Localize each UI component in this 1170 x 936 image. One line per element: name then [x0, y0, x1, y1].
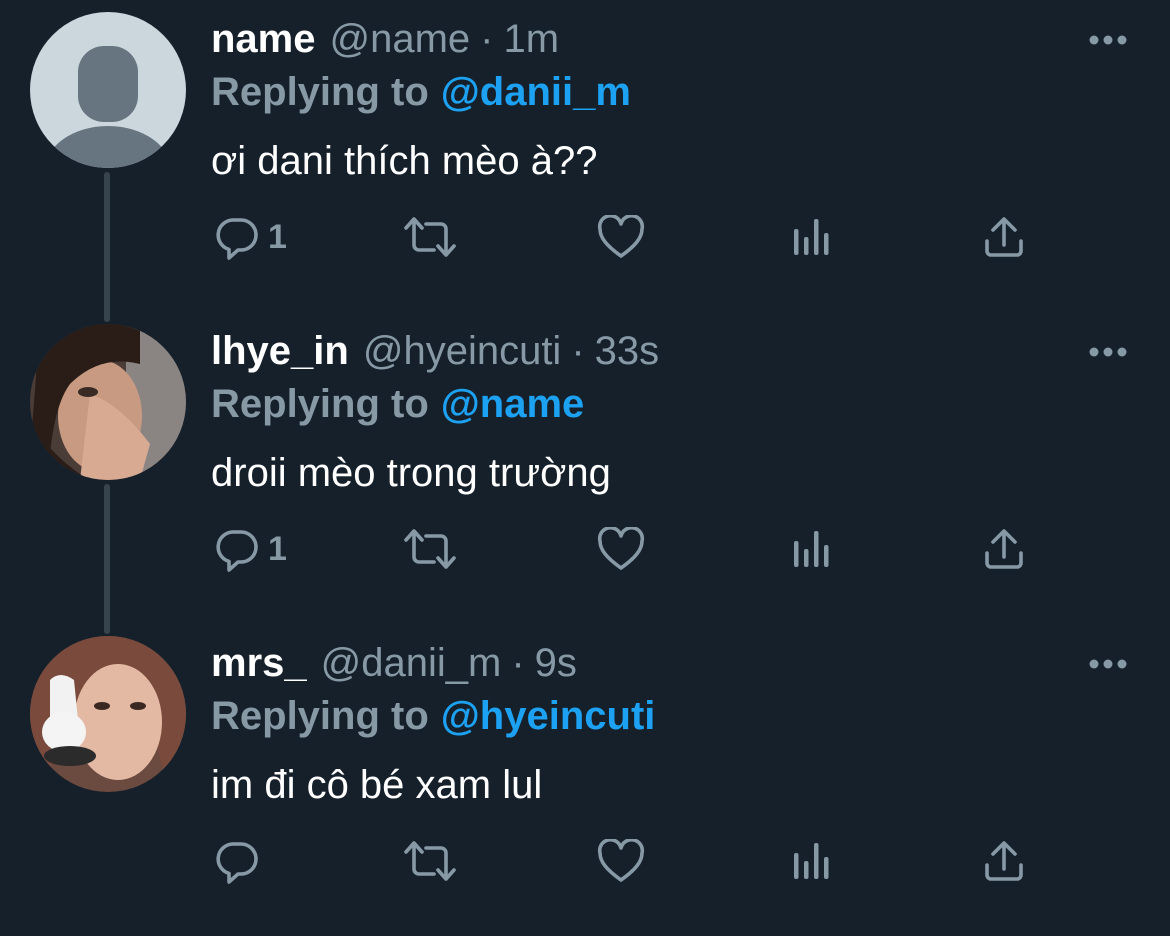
tweet-actions: 1 — [0, 212, 1170, 262]
share-icon — [985, 529, 1023, 569]
timestamp[interactable]: 33s — [595, 326, 660, 376]
analytics-button[interactable] — [792, 524, 832, 574]
more-options-icon[interactable] — [1088, 30, 1128, 50]
like-button[interactable] — [597, 524, 645, 574]
tweet-actions — [0, 836, 1170, 886]
replying-to-mention[interactable]: @name — [441, 382, 585, 426]
replying-to-label: Replying to — [211, 382, 429, 426]
tweet-text: im đi cô bé xam lul — [211, 763, 543, 807]
reply-count: 1 — [268, 218, 287, 256]
tweet-header: mrs_ @danii_m · 9s — [211, 638, 577, 688]
reply-icon — [216, 842, 258, 884]
retweet-icon — [404, 529, 456, 569]
more-options-icon[interactable] — [1088, 654, 1128, 674]
tweet[interactable]: name @name · 1m Replying to @danii_m ơi d… — [0, 0, 1170, 312]
analytics-button[interactable] — [792, 212, 832, 262]
reply-button[interactable]: 1 — [214, 524, 287, 574]
like-button[interactable] — [597, 212, 645, 262]
retweet-button[interactable] — [403, 836, 457, 886]
like-button[interactable] — [597, 836, 645, 886]
retweet-button[interactable] — [403, 212, 457, 262]
display-name[interactable]: mrs_ — [211, 638, 307, 688]
reply-count: 1 — [268, 530, 287, 568]
retweet-icon — [404, 841, 456, 881]
analytics-icon — [794, 531, 829, 567]
heart-icon — [597, 839, 645, 882]
timestamp[interactable]: 1m — [504, 14, 560, 64]
reply-button[interactable] — [214, 836, 268, 886]
analytics-icon — [794, 843, 829, 879]
separator-dot: · — [571, 329, 585, 373]
share-button[interactable] — [983, 212, 1025, 262]
avatar[interactable] — [30, 636, 186, 792]
heart-icon — [597, 527, 645, 570]
tweet[interactable]: mrs_ @danii_m · 9s Replying to @hyeincuti… — [0, 624, 1170, 936]
timestamp[interactable]: 9s — [535, 638, 577, 688]
reply-button[interactable]: 1 — [214, 212, 287, 262]
replying-to-mention[interactable]: @hyeincuti — [441, 694, 656, 738]
default-avatar-icon — [30, 12, 186, 168]
replying-to: Replying to @name — [211, 379, 584, 429]
replying-to-label: Replying to — [211, 70, 429, 114]
tweet[interactable]: lhye_in @hyeincuti · 33s Replying to @nam… — [0, 312, 1170, 624]
replying-to-mention[interactable]: @danii_m — [441, 70, 631, 114]
avatar[interactable] — [30, 12, 186, 168]
share-button[interactable] — [983, 836, 1025, 886]
more-options-icon[interactable] — [1088, 342, 1128, 362]
separator-dot: · — [480, 17, 494, 61]
display-name[interactable]: name — [211, 14, 316, 64]
display-name[interactable]: lhye_in — [211, 326, 349, 376]
user-handle[interactable]: @hyeincuti — [363, 326, 561, 376]
heart-icon — [597, 215, 645, 258]
separator-dot: · — [511, 641, 525, 685]
reply-icon — [216, 530, 258, 572]
share-button[interactable] — [983, 524, 1025, 574]
profile-photo-icon — [30, 324, 186, 480]
retweet-button[interactable] — [403, 524, 457, 574]
replying-to: Replying to @danii_m — [211, 67, 631, 117]
user-handle[interactable]: @name — [330, 14, 471, 64]
share-icon — [985, 217, 1023, 257]
tweet-text: ơi dani thích mèo à?? — [211, 139, 598, 183]
replying-to: Replying to @hyeincuti — [211, 691, 655, 741]
profile-photo-icon — [30, 636, 186, 792]
reply-icon — [216, 218, 258, 260]
share-icon — [985, 841, 1023, 881]
analytics-icon — [794, 219, 829, 255]
tweet-text: droii mèo trong trường — [211, 451, 611, 495]
replying-to-label: Replying to — [211, 694, 429, 738]
user-handle[interactable]: @danii_m — [321, 638, 502, 688]
tweet-header: name @name · 1m — [211, 14, 559, 64]
tweet-actions: 1 — [0, 524, 1170, 574]
analytics-button[interactable] — [792, 836, 832, 886]
retweet-icon — [404, 217, 456, 257]
avatar[interactable] — [30, 324, 186, 480]
tweet-header: lhye_in @hyeincuti · 33s — [211, 326, 659, 376]
